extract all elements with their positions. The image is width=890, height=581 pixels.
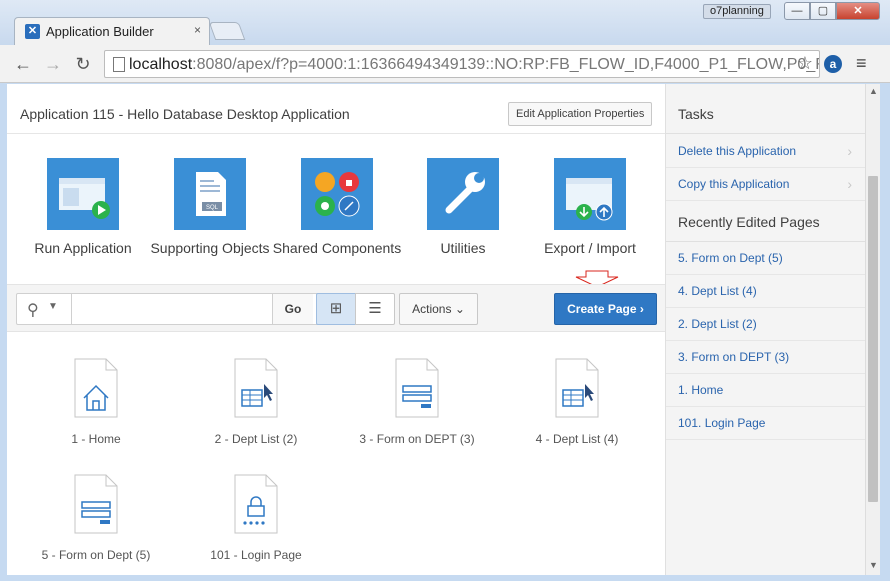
sql-document-icon: SQL [174, 158, 246, 230]
apex-favicon-icon: ✕ [25, 24, 40, 39]
page-card[interactable]: 5 - Form on Dept (5) [16, 474, 176, 562]
page-label: 5 - Form on Dept (5) [41, 548, 151, 562]
recent-page-link[interactable]: 3. Form on DEPT (3) [666, 341, 866, 374]
app-header: Application 115 - Hello Database Desktop… [7, 94, 666, 134]
create-page-label: Create Page [567, 302, 637, 316]
shared-components-icon [301, 158, 373, 230]
tile-label: Export / Import [544, 240, 636, 256]
create-page-button[interactable]: Create Page › [554, 293, 657, 325]
edit-application-properties-button[interactable]: Edit Application Properties [508, 102, 653, 126]
page-label: 4 - Dept List (4) [535, 432, 619, 446]
address-bar[interactable]: localhost:8080/apex/f?p=4000:1:163664943… [104, 50, 820, 78]
browser-tab[interactable]: ✕ Application Builder × [14, 17, 210, 45]
page-card[interactable]: 2 - Dept List (2) [176, 358, 336, 446]
actions-button[interactable]: Actions ⌄ [399, 293, 478, 325]
list-view-icon[interactable]: ☰ [355, 293, 395, 325]
export-import-icon [554, 158, 626, 230]
recent-pages-heading: Recently Edited Pages [666, 202, 866, 242]
browser-menu-icon[interactable]: ≡ [856, 53, 867, 73]
form-icon [74, 474, 118, 534]
page-card[interactable]: 1 - Home [16, 358, 176, 446]
recent-page-link[interactable]: 1. Home [666, 374, 866, 407]
chevron-right-icon: › [847, 176, 852, 192]
divider [71, 294, 72, 324]
chevron-down-icon: ⌄ [454, 302, 465, 316]
tile-label: Run Application [34, 240, 132, 256]
search-input-group: ⚲ ▼ Go [16, 293, 328, 325]
scroll-up-icon[interactable]: ▲ [869, 86, 878, 96]
chevron-down-icon[interactable]: ▼ [48, 301, 58, 312]
page-label: 1 - Home [71, 432, 121, 446]
page-content: Application 115 - Hello Database Desktop… [7, 84, 880, 575]
home-icon [74, 358, 118, 418]
page-card[interactable]: 101 - Login Page [176, 474, 336, 562]
go-button[interactable]: Go [272, 294, 313, 324]
search-input[interactable] [73, 295, 269, 323]
tile-label: Shared Components [272, 240, 402, 256]
reload-icon[interactable]: ↻ [70, 51, 96, 77]
browser-toolbar: ← → ↻ localhost:8080/apex/f?p=4000:1:163… [0, 45, 890, 83]
sidebar-item-delete-application[interactable]: Delete this Application › [666, 135, 866, 168]
wrench-icon [427, 158, 499, 230]
grid-view-icon[interactable]: ⊞ [316, 293, 356, 325]
sidebar-item-label: Copy this Application [678, 177, 790, 191]
tile-utilities[interactable]: Utilities [393, 158, 533, 256]
close-window-button[interactable]: ✕ [836, 2, 880, 20]
tile-supporting-objects[interactable]: SQL Supporting Objects [140, 158, 280, 256]
page-label: 3 - Form on DEPT (3) [359, 432, 475, 446]
forward-arrow-icon[interactable]: → [40, 51, 66, 77]
lock-icon [234, 474, 278, 534]
bookmark-star-icon[interactable]: ☆ [797, 53, 813, 74]
back-arrow-icon[interactable]: ← [10, 51, 36, 77]
url-text[interactable]: localhost:8080/apex/f?p=4000:1:163664943… [129, 56, 819, 74]
svg-text:SQL: SQL [206, 205, 219, 211]
tile-label: Supporting Objects [150, 240, 270, 256]
extension-icon[interactable]: a [824, 55, 842, 73]
tab-title: Application Builder [46, 24, 154, 39]
page-label: 2 - Dept List (2) [214, 432, 298, 446]
sidebar-item-copy-application[interactable]: Copy this Application › [666, 168, 866, 201]
sidebar-item-label: Delete this Application [678, 144, 797, 158]
page-title: Application 115 - Hello Database Desktop… [20, 106, 350, 122]
new-tab-button[interactable] [208, 22, 246, 40]
search-toolbar: ⚲ ▼ Go ⊞ ☰ Actions ⌄ Create Page › [7, 284, 666, 332]
recent-page-link[interactable]: 4. Dept List (4) [666, 275, 866, 308]
actions-label: Actions [412, 302, 452, 316]
tab-close-icon[interactable]: × [194, 23, 201, 37]
browser-title-bar: ✕ Application Builder × o7planning — ▢ ✕ [0, 0, 890, 45]
page-label: 101 - Login Page [210, 548, 302, 562]
search-icon[interactable]: ⚲ [27, 300, 39, 320]
page-card[interactable]: 4 - Dept List (4) [497, 358, 657, 446]
recent-page-link[interactable]: 101. Login Page [666, 407, 866, 440]
profile-name[interactable]: o7planning [703, 4, 771, 19]
minimize-button[interactable]: — [784, 2, 810, 20]
recent-page-link[interactable]: 2. Dept List (2) [666, 308, 866, 341]
tile-shared-components[interactable]: Shared Components [267, 158, 407, 256]
scrollbar-thumb[interactable] [868, 176, 878, 502]
form-icon [395, 358, 439, 418]
page-card[interactable]: 3 - Form on DEPT (3) [337, 358, 497, 446]
maximize-button[interactable]: ▢ [810, 2, 836, 20]
tile-run-application[interactable]: Run Application [13, 158, 153, 256]
scrollbar[interactable]: ▲ ▼ [865, 84, 880, 575]
sidebar: Tasks Delete this Application › Copy this… [665, 84, 866, 575]
report-icon [234, 358, 278, 418]
scroll-down-icon[interactable]: ▼ [869, 560, 878, 570]
tasks-heading: Tasks [666, 94, 866, 134]
tile-export-import[interactable]: Export / Import [520, 158, 660, 256]
page-icon [113, 57, 125, 72]
chevron-right-icon: › [639, 302, 644, 316]
chevron-right-icon: › [847, 143, 852, 159]
tile-label: Utilities [440, 240, 486, 256]
main-region: Application 115 - Hello Database Desktop… [7, 84, 666, 575]
run-application-icon [47, 158, 119, 230]
report-icon [555, 358, 599, 418]
recent-page-link[interactable]: 5. Form on Dept (5) [666, 242, 866, 275]
